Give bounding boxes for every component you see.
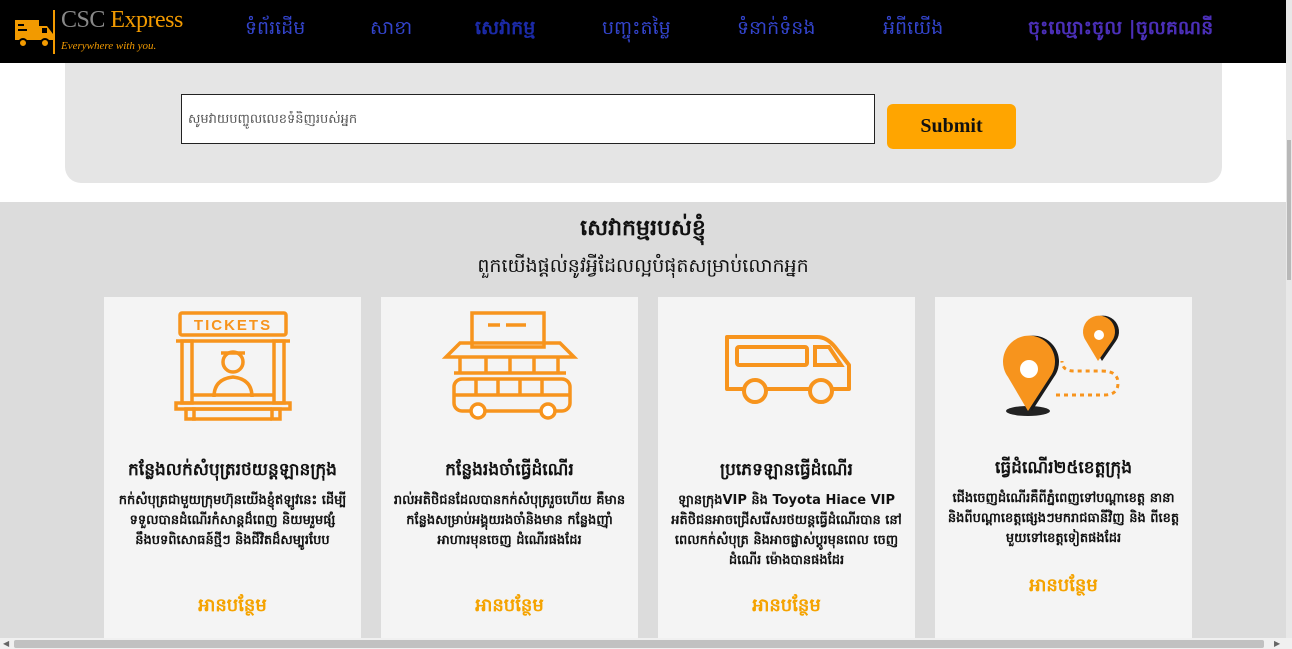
card-description: កក់សំបុត្រជាមួយក្រុមហ៊ុនយើងខ្ញុំឥឡូវនេះ … [118,493,347,548]
vertical-scroll-thumb[interactable] [1287,140,1291,280]
card-title: កន្លែងលក់សំបុត្ររថយន្តឡានក្រុង [128,460,337,480]
card-title: កន្លែងរងចាំធ្វើដំណើរ [445,460,574,480]
services-subtitle: ពួកយើងផ្តល់នូវអ្វីដែលល្អបំផុតសម្រាប់លោកអ… [477,255,809,277]
horizontal-scroll-thumb[interactable] [14,640,1264,648]
card-description: ឡានក្រុងVIP និង Toyota Hiace VIP អតិថិជន… [671,493,902,568]
card-title: ប្រភេទឡានធ្វើដំណើរ [720,460,853,480]
nav-services[interactable]: សេវាកម្ម [475,16,535,44]
service-card-vehicle: ប្រភេទឡានធ្វើដំណើរ ឡានក្រុងVIP និង Toyot… [658,297,915,638]
brand-title-part1: CSC [61,7,111,33]
service-card-ticket: TICKETS កន្លែងលក់សំបុត្ររថយន្តឡានក្រុង ក… [104,297,361,638]
brand-title: CSC Express [61,7,183,34]
nav-price[interactable]: បញ្ចុះតម្លៃ [602,16,671,44]
nav-home[interactable]: ទំព័រដើម [245,16,305,44]
nav-branch[interactable]: សាខា [370,16,412,44]
service-card-waiting: កន្លែងរងចាំធ្វើដំណើរ រាល់អតិថិជនដែលបានកក… [381,297,638,638]
nav-contact[interactable]: ទំនាក់ទំនង [737,16,815,44]
read-more-link[interactable]: អានបន្ថែម [104,593,361,620]
map-route-icon [1002,315,1120,416]
svg-text:TICKETS: TICKETS [193,317,271,334]
scroll-right-arrow-icon[interactable]: ▶ [1274,639,1280,648]
scroll-left-arrow-icon[interactable]: ◀ [3,639,9,648]
brand-title-part2: Express [110,7,183,33]
tracking-number-input[interactable] [181,94,875,144]
nav-about[interactable]: អំពីយើង [883,16,943,44]
horizontal-scrollbar[interactable]: ◀ ▶ [0,638,1292,649]
read-more-link[interactable]: អានបន្ថែម [658,593,915,620]
read-more-link[interactable]: អានបន្ថែម [935,573,1192,600]
navbar: CSC Express Everywhere with you. ទំព័រដើ… [0,0,1286,63]
card-title: ធ្វើដំណើរ២៥ខេត្តក្រុង [994,458,1133,478]
nav-login-register[interactable]: ចុះឈ្មោះចូល |ចូលគណនី [1028,16,1213,44]
truck-logo-icon [15,20,53,48]
service-card-provinces: ធ្វើដំណើរ២៥ខេត្តក្រុង ជើងចេញដំណើរគឺពីភ្ន… [935,297,1192,638]
brand-logo[interactable]: CSC Express Everywhere with you. [13,6,183,58]
card-description: រាល់អតិថិជនដែលបានកក់សំបុត្ររួចហើយ គឺមានក… [393,493,626,548]
vertical-scrollbar[interactable] [1286,0,1292,649]
services-section: សេវាកម្មរបស់ខ្ញុំ ពួកយើងផ្តល់នូវអ្វីដែលល… [0,202,1286,638]
brand-tagline: Everywhere with you. [61,40,157,52]
submit-button[interactable]: Submit [887,104,1016,149]
van-icon [724,335,851,404]
card-description: ជើងចេញដំណើរគឺពីភ្នំពេញទៅបណ្តាខេត្ត នានាន… [947,491,1180,546]
ticket-booth-icon: TICKETS [173,311,292,421]
read-more-link[interactable]: អានបន្ថែម [381,593,638,620]
services-title: សេវាកម្មរបស់ខ្ញុំ [580,216,706,241]
bus-station-icon [441,311,578,420]
logo-separator [53,10,55,54]
